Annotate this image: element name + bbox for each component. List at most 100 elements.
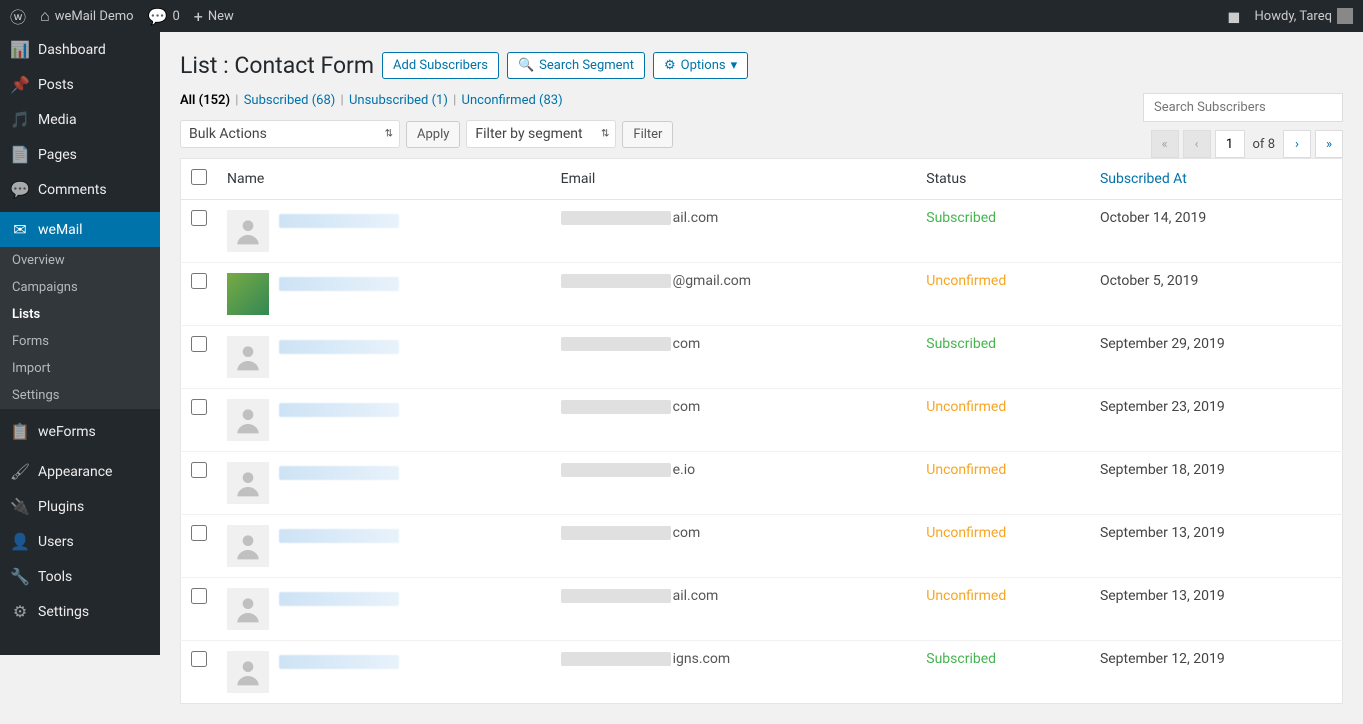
subscribed-date: October 5, 2019 xyxy=(1090,263,1343,326)
submenu-item-campaigns[interactable]: Campaigns xyxy=(0,274,160,301)
table-row: ail.comUnconfirmedSeptember 13, 2019 xyxy=(181,578,1343,641)
options-button[interactable]: ⚙Options▾ xyxy=(653,52,748,79)
sidebar-item-tools[interactable]: 🔧Tools xyxy=(0,559,160,594)
subscribed-date: October 14, 2019 xyxy=(1090,200,1343,263)
subscriber-email: @gmail.com xyxy=(551,263,917,326)
subscriber-name[interactable] xyxy=(279,655,399,669)
subscribed-date: September 13, 2019 xyxy=(1090,578,1343,641)
new-link[interactable]: +New xyxy=(194,7,234,26)
sidebar-label: Settings xyxy=(38,604,89,620)
sidebar-item-pages[interactable]: 📄Pages xyxy=(0,137,160,172)
subscriber-name[interactable] xyxy=(279,592,399,606)
site-link[interactable]: ⌂weMail Demo xyxy=(40,6,134,26)
sidebar-item-appearance[interactable]: 🖌Appearance xyxy=(0,454,160,489)
admin-bar: ⓦ ⌂weMail Demo 💬0 +New ◼ Howdy, Tareq xyxy=(0,0,1363,32)
page-last-button[interactable]: » xyxy=(1315,130,1343,158)
subscriber-name[interactable] xyxy=(279,277,399,291)
sidebar-item-users[interactable]: 👤Users xyxy=(0,524,160,559)
status-badge: Unconfirmed xyxy=(926,462,1006,478)
subscriber-avatar xyxy=(227,399,269,441)
subscriber-email: e.io xyxy=(551,452,917,515)
account-link[interactable]: Howdy, Tareq xyxy=(1255,8,1353,24)
subscribed-date: September 13, 2019 xyxy=(1090,515,1343,578)
pagination: « ‹ of 8 › » xyxy=(1151,130,1343,158)
row-checkbox[interactable] xyxy=(191,399,207,415)
select-all-checkbox[interactable] xyxy=(191,169,207,185)
page-next-button[interactable]: › xyxy=(1283,130,1311,158)
row-checkbox[interactable] xyxy=(191,588,207,604)
sidebar-item-media[interactable]: 🎵Media xyxy=(0,102,160,137)
sidebar-label: Plugins xyxy=(38,499,84,515)
submenu-item-import[interactable]: Import xyxy=(0,355,160,382)
table-row: @gmail.com Unconfirmed October 5, 2019 xyxy=(181,263,1343,326)
comment-icon: 💬 xyxy=(10,180,30,199)
search-segment-button[interactable]: 🔍Search Segment xyxy=(507,52,645,79)
wp-logo[interactable]: ⓦ xyxy=(10,4,26,28)
row-checkbox[interactable] xyxy=(191,462,207,478)
row-checkbox[interactable] xyxy=(191,651,207,667)
sidebar-item-plugins[interactable]: 🔌 Plugins xyxy=(0,489,160,524)
subscriber-name[interactable] xyxy=(279,529,399,543)
sidebar-item-wemail[interactable]: ✉weMail xyxy=(0,212,160,247)
sidebar-item-comments[interactable]: 💬 Comments xyxy=(0,172,160,207)
add-subscribers-button[interactable]: Add Subscribers xyxy=(382,52,499,79)
subscriber-name[interactable] xyxy=(279,466,399,480)
row-checkbox[interactable] xyxy=(191,210,207,226)
submenu-item-settings[interactable]: Settings xyxy=(0,382,160,409)
comments-link[interactable]: 💬0 xyxy=(148,7,180,26)
sidebar-item-dashboard[interactable]: 📊Dashboard xyxy=(0,32,160,67)
filter-unsubscribed[interactable]: Unsubscribed (1) xyxy=(349,93,448,108)
row-checkbox[interactable] xyxy=(191,336,207,352)
table-row: ail.comSubscribedOctober 14, 2019 xyxy=(181,200,1343,263)
subscriber-name[interactable] xyxy=(279,403,399,417)
sidebar-label: Users xyxy=(38,534,74,550)
col-subscribed-at[interactable]: Subscribed At xyxy=(1090,159,1343,200)
submenu-item-forms[interactable]: Forms xyxy=(0,328,160,355)
page-first-button[interactable]: « xyxy=(1151,130,1179,158)
filter-button[interactable]: Filter xyxy=(622,121,673,148)
subscriber-email: com xyxy=(551,326,917,389)
subscribed-date: September 12, 2019 xyxy=(1090,641,1343,704)
filter-unconfirmed[interactable]: Unconfirmed (83) xyxy=(462,93,563,108)
apply-button[interactable]: Apply xyxy=(406,121,460,148)
sidebar-label: Comments xyxy=(38,182,107,198)
sidebar-item-settings[interactable]: ⚙Settings xyxy=(0,594,160,629)
subscriber-email: igns.com xyxy=(551,641,917,704)
search-subscribers-input[interactable] xyxy=(1143,93,1343,122)
page-current-input[interactable] xyxy=(1215,130,1245,158)
sidebar-item-posts[interactable]: 📌Posts xyxy=(0,67,160,102)
notification-link[interactable]: ◼ xyxy=(1227,7,1240,26)
sidebar-submenu: OverviewCampaignsListsFormsImportSetting… xyxy=(0,247,160,409)
subscriber-avatar xyxy=(227,651,269,693)
page-prev-button[interactable]: ‹ xyxy=(1183,130,1211,158)
sidebar-label: weForms xyxy=(38,424,96,440)
pin-icon: 📌 xyxy=(10,75,30,94)
site-name: weMail Demo xyxy=(55,9,134,24)
filter-all[interactable]: All (152) xyxy=(180,93,230,108)
subscriber-avatar xyxy=(227,210,269,252)
row-checkbox[interactable] xyxy=(191,273,207,289)
status-badge: Subscribed xyxy=(926,651,996,667)
subscriber-avatar xyxy=(227,336,269,378)
subscriber-name[interactable] xyxy=(279,340,399,354)
bulk-actions-select[interactable]: Bulk Actions xyxy=(180,120,400,148)
title-name: Contact Form xyxy=(234,52,374,79)
status-badge: Unconfirmed xyxy=(926,273,1006,289)
page-title: List : Contact Form xyxy=(180,52,374,79)
new-label: New xyxy=(208,9,234,24)
comment-bubble-icon: 💬 xyxy=(148,7,168,26)
filter-segment-select[interactable]: Filter by segment xyxy=(466,120,616,148)
submenu-item-lists[interactable]: Lists xyxy=(0,301,160,328)
sidebar-item-weforms[interactable]: 📋 weForms xyxy=(0,414,160,449)
row-checkbox[interactable] xyxy=(191,525,207,541)
col-status: Status xyxy=(916,159,1090,200)
status-badge: Subscribed xyxy=(926,336,996,352)
form-icon: 📋 xyxy=(10,422,30,441)
sidebar-label: Media xyxy=(38,112,77,128)
main-content: List : Contact Form Add Subscribers 🔍Sea… xyxy=(160,32,1363,724)
plugin-icon: 🔌 xyxy=(10,497,30,516)
subscriber-name[interactable] xyxy=(279,214,399,228)
submenu-item-overview[interactable]: Overview xyxy=(0,247,160,274)
subscriber-email: ail.com xyxy=(551,578,917,641)
filter-subscribed[interactable]: Subscribed (68) xyxy=(244,93,336,108)
